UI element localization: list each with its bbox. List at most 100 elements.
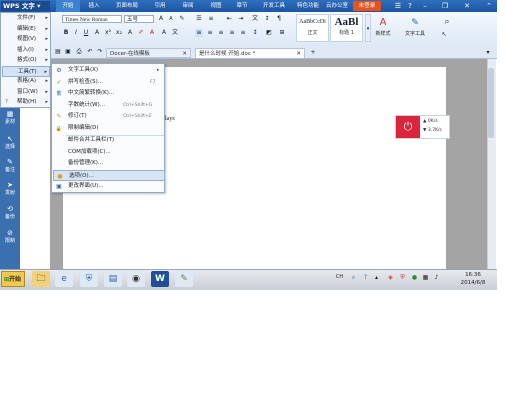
tab-view[interactable]: 视图 [204, 0, 228, 12]
menu-item-edit[interactable]: 编辑(E) ▸ [2, 24, 50, 35]
align-right-icon[interactable]: ≡ [217, 29, 225, 37]
tab-docer-templates[interactable]: Docer-在线模板 ✕ [106, 48, 191, 58]
panel-select[interactable]: ↖ 选择 [0, 135, 20, 150]
undo-icon[interactable]: ↶ [86, 48, 94, 56]
align-left-icon[interactable]: ≡ [195, 29, 203, 37]
menu-item-tools[interactable]: 工具(T) ▸ [2, 65, 50, 77]
style-heading1[interactable]: AaBl 标题 1 [330, 14, 363, 42]
font-name-select[interactable]: Times New Roman [62, 15, 122, 23]
tab-developer[interactable]: 开发工具 [258, 0, 290, 12]
tray-expand-icon[interactable]: ▴ [372, 273, 381, 282]
help-tray-icon[interactable]: ? [361, 273, 370, 282]
submenu-com-addins[interactable]: COM加载项(C)... [53, 147, 165, 159]
tab-page-layout[interactable]: 页面布局 [110, 0, 144, 12]
redo-icon[interactable]: ↷ [96, 48, 104, 56]
document-text[interactable]: lays [165, 116, 175, 122]
close-icon[interactable]: ✕ [462, 1, 472, 11]
tab-cloud-office[interactable]: 云办公室 [322, 0, 352, 12]
styles-more-icon[interactable]: ▾ [365, 14, 371, 42]
text-effect-icon[interactable]: A [126, 29, 134, 37]
sort-icon[interactable]: ↕ [263, 15, 271, 23]
panel-material[interactable]: ▦ 素材 [0, 110, 20, 125]
line-spacing-icon[interactable]: ↕ [251, 29, 259, 37]
tab-home[interactable]: 开始 [56, 0, 80, 12]
align-center-icon[interactable]: ≡ [206, 29, 214, 37]
panel-restrict[interactable]: ⊘ 限制 [0, 229, 20, 244]
ie-taskbar-icon[interactable]: e [55, 271, 73, 287]
new-style-button[interactable]: A 新样式 [372, 16, 394, 37]
decrease-indent-icon[interactable]: ⇤ [225, 15, 233, 23]
justify-icon[interactable]: ≡ [228, 29, 236, 37]
superscript-icon[interactable]: x² [104, 29, 112, 37]
start-button[interactable]: ⊞开始 [1, 271, 25, 287]
input-language[interactable]: CH [335, 273, 344, 282]
text-tools-button[interactable]: ✎ 文字工具 [400, 16, 430, 37]
login-button[interactable]: 未登录 [353, 1, 381, 11]
network-speed-widget[interactable]: ⏻ ▲ 0K/s ▼ 3.7K/s [395, 115, 450, 139]
menu-item-file[interactable]: 文件(F) ▸ [2, 13, 50, 24]
skin-icon[interactable]: ☰ [393, 1, 403, 11]
underline-icon[interactable]: U [82, 29, 90, 37]
new-doc-icon[interactable]: ▤ [54, 48, 62, 56]
tab-insert[interactable]: 插入 [82, 0, 106, 12]
submenu-word-count[interactable]: 字数统计(W)... Ctrl+Shift+G [53, 100, 165, 112]
help-icon[interactable]: ? [405, 1, 415, 11]
panel-send[interactable]: ➤ 发射 [0, 181, 20, 196]
panel-backup[interactable]: ⟲ 备份 [0, 205, 20, 220]
show-marks-icon[interactable]: ¶ [275, 15, 283, 23]
tab-list-icon[interactable]: ▾ [484, 49, 492, 57]
char-shading-icon[interactable]: A [160, 29, 168, 37]
submenu-spellcheck[interactable]: ✓ 拼写检查(S)... F7 [53, 77, 165, 89]
shrink-font-icon[interactable]: A [167, 15, 175, 23]
chinese-layout-icon[interactable]: 文 [251, 15, 259, 23]
menu-item-window[interactable]: 窗口(W) ▸ [2, 87, 50, 98]
grow-font-icon[interactable]: A [157, 15, 165, 23]
font-color-icon[interactable]: A [148, 29, 156, 37]
menu-item-format[interactable]: 格式(O) ▸ [2, 55, 50, 66]
menu-item-help[interactable]: ? 帮助(H) ▸ [2, 97, 50, 108]
close-tab-icon[interactable]: ✕ [296, 49, 301, 59]
menu-item-view[interactable]: 视图(V) ▸ [2, 34, 50, 45]
increase-indent-icon[interactable]: ⇥ [237, 15, 245, 23]
wps-app-menu-button[interactable]: WPS 文字 ▾ [1, 1, 50, 11]
submenu-chinese-convert[interactable]: 繁中文简繁转换(K)... [53, 88, 165, 100]
submenu-mail-merge[interactable]: 邮件合并工具栏(T) [53, 135, 165, 147]
search-icon[interactable]: ⌕ [349, 273, 358, 282]
restore-icon[interactable]: ❐ [440, 1, 450, 11]
find-replace-button[interactable]: ⌕ [440, 16, 454, 28]
media-taskbar-icon[interactable]: ▤ [104, 271, 122, 287]
scrollbar-thumb[interactable] [488, 68, 494, 138]
tab-special-features[interactable]: 特色功能 [293, 0, 323, 12]
close-tab-icon[interactable]: ✕ [182, 49, 187, 59]
network-icon[interactable]: ▦ [421, 273, 430, 282]
tray-app-icon[interactable]: ● [410, 273, 419, 282]
shading-icon[interactable]: ◩ [265, 29, 273, 37]
open-icon[interactable]: ▣ [64, 48, 72, 56]
volume-icon[interactable]: ♪ [432, 273, 441, 282]
qq-taskbar-icon[interactable]: ◉ [127, 271, 145, 287]
bold-icon[interactable]: B [62, 29, 70, 37]
notepad-taskbar-icon[interactable]: ✎ [175, 271, 193, 287]
subscript-icon[interactable]: x₂ [115, 29, 123, 37]
shield-tray-icon[interactable]: ⛨ [398, 273, 407, 282]
distribute-icon[interactable]: ≡ [239, 29, 247, 37]
chevron-up-icon[interactable]: ⌃ [484, 1, 494, 11]
explorer-taskbar-icon[interactable]: 🗀 [32, 271, 50, 287]
submenu-track-changes[interactable]: ✎ 修订(T) Ctrl+Shift+E [53, 111, 165, 123]
minimize-icon[interactable]: – [420, 1, 430, 11]
phonetic-icon[interactable]: 文 [171, 29, 179, 37]
system-clock[interactable]: 16:36 2014/6/8 [453, 271, 493, 287]
bullets-icon[interactable]: ☰ [195, 15, 203, 23]
font-size-select[interactable]: 五号 [124, 15, 154, 23]
security-taskbar-icon[interactable]: ⛨ [80, 271, 98, 287]
submenu-restrict-edit[interactable]: 🔒 限制编辑(D) [53, 123, 165, 135]
new-tab-icon[interactable]: + [309, 49, 317, 57]
submenu-change-ui[interactable]: ▣ 更改界面(U)... [53, 181, 165, 193]
italic-icon[interactable]: I [72, 29, 80, 37]
submenu-backup-manager[interactable]: 备份管理(K)... [53, 158, 165, 170]
tab-chapter[interactable]: 章节 [230, 0, 254, 12]
tab-review[interactable]: 审阅 [176, 0, 200, 12]
menu-item-insert[interactable]: 插入(I) ▸ [2, 45, 50, 56]
highlight-icon[interactable]: ✐ [137, 29, 145, 37]
numbering-icon[interactable]: ≡ [207, 15, 215, 23]
